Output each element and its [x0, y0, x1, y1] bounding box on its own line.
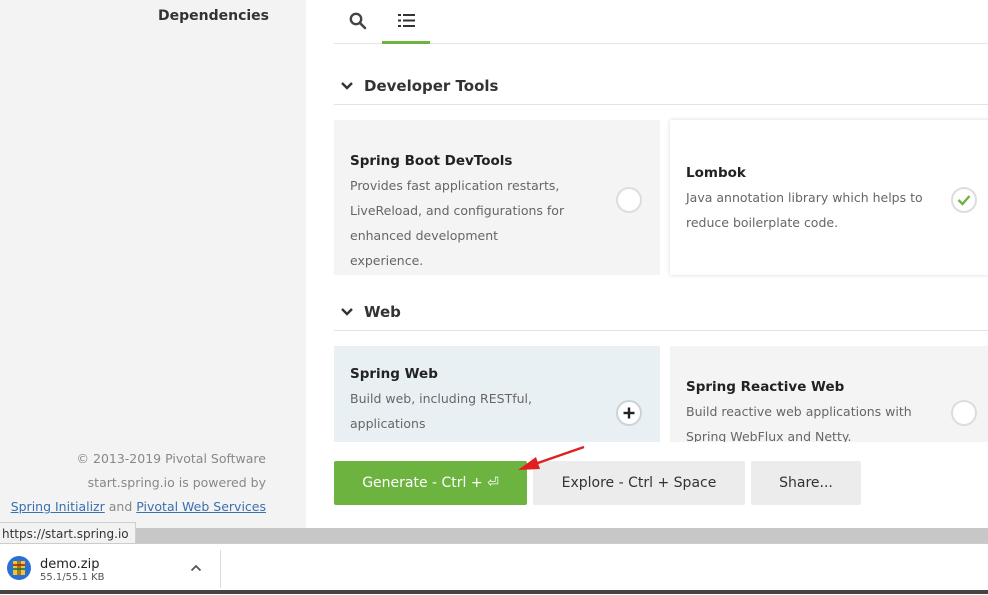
- annotation-arrow: [518, 445, 585, 470]
- dependency-tabs: [334, 0, 988, 44]
- desc-line: enhanced development experience.: [350, 228, 499, 268]
- footer-powered: start.spring.io is powered by: [87, 475, 266, 490]
- card-title: Spring Boot DevTools: [350, 153, 513, 169]
- selected-toggle[interactable]: [951, 187, 977, 213]
- desc-line: reduce boilerplate code.: [686, 215, 839, 230]
- sidebar: Dependencies © 2013-2019 Pivotal Softwar…: [0, 0, 306, 528]
- desc-line: Build reactive web applications with: [686, 404, 912, 419]
- card-title: Spring Reactive Web: [686, 379, 845, 395]
- select-toggle[interactable]: [616, 187, 642, 213]
- desc-line: Java annotation library which helps to: [686, 190, 923, 205]
- status-url-tooltip: https://start.spring.io: [0, 522, 136, 545]
- chevron-up-icon[interactable]: [190, 563, 202, 573]
- footer-and: and: [108, 499, 133, 514]
- chevron-down-icon: [341, 82, 353, 90]
- add-toggle[interactable]: [616, 400, 642, 426]
- card-title: Lombok: [686, 165, 746, 181]
- dependencies-label: Dependencies: [157, 8, 269, 24]
- footer-copyright: © 2013-2019 Pivotal Software: [76, 451, 266, 466]
- share-button[interactable]: Share...: [751, 461, 861, 505]
- dependency-card-lombok[interactable]: Lombok Java annotation library which hel…: [670, 120, 988, 275]
- footer-links: Spring Initializr and Pivotal Web Servic…: [11, 499, 266, 514]
- horizontal-scrollbar[interactable]: [0, 528, 988, 543]
- section-web[interactable]: Web: [334, 294, 988, 331]
- download-shelf: demo.zip 55.1/55.1 KB: [0, 543, 988, 595]
- pivotal-web-services-link[interactable]: Pivotal Web Services: [136, 499, 266, 514]
- section-developer-tools[interactable]: Developer Tools: [334, 68, 988, 105]
- search-icon: [349, 12, 367, 30]
- list-icon: [397, 14, 415, 27]
- dependency-card-devtools[interactable]: Spring Boot DevTools Provides fast appli…: [334, 120, 660, 275]
- download-size: 55.1/55.1 KB: [40, 572, 105, 583]
- main-panel: Developer Tools Spring Boot DevTools Pro…: [306, 0, 988, 528]
- tab-search[interactable]: [334, 0, 382, 42]
- card-description: Provides fast application restarts, Live…: [350, 173, 575, 273]
- card-title: Spring Web: [350, 366, 438, 382]
- card-description: Java annotation library which helps to r…: [686, 185, 926, 235]
- section-title: Developer Tools: [364, 77, 499, 95]
- zip-file-icon: [7, 556, 31, 580]
- spring-initializr-link[interactable]: Spring Initializr: [11, 499, 105, 514]
- section-title: Web: [364, 303, 401, 321]
- tab-list[interactable]: [382, 0, 430, 44]
- check-icon: [957, 195, 971, 206]
- divider: [220, 550, 221, 588]
- window-bottom-edge: [0, 590, 988, 594]
- desc-line: LiveReload, and configurations for: [350, 203, 565, 218]
- action-bar: Generate - Ctrl + ⏎ Explore - Ctrl + Spa…: [334, 442, 988, 528]
- desc-line: Provides fast application restarts,: [350, 178, 560, 193]
- select-toggle[interactable]: [951, 400, 977, 426]
- desc-line: Build web, including RESTful, applicatio…: [350, 391, 532, 431]
- download-filename[interactable]: demo.zip: [40, 557, 99, 572]
- plus-icon: [623, 407, 635, 419]
- generate-button[interactable]: Generate - Ctrl + ⏎: [334, 461, 527, 505]
- chevron-down-icon: [341, 308, 353, 316]
